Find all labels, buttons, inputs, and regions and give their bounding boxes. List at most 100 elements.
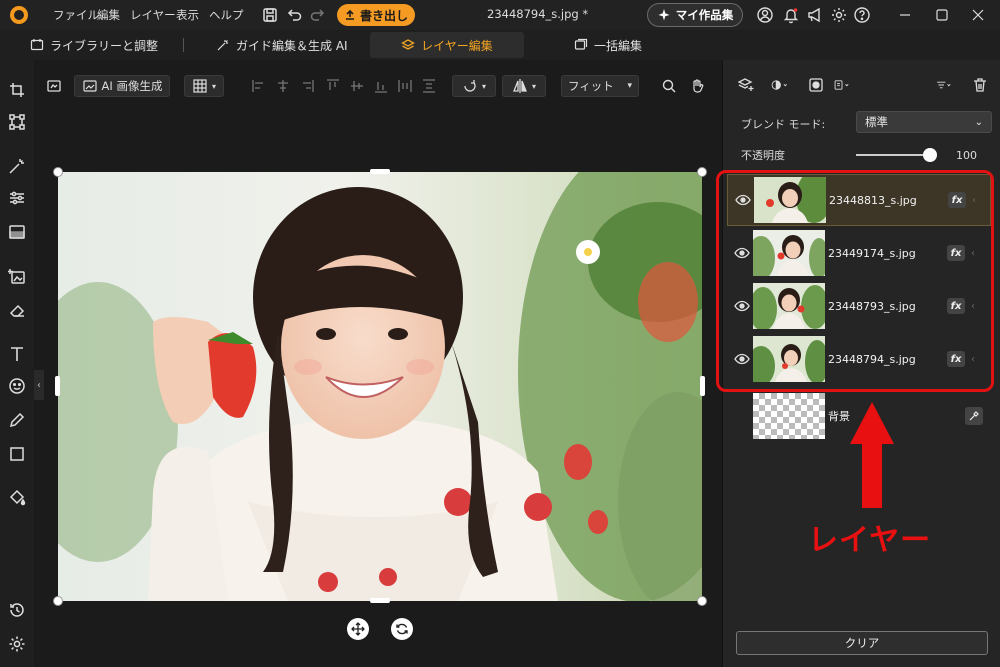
history-icon[interactable] [7,600,27,620]
menu-view[interactable]: 表示 [176,7,199,23]
add-layer-icon[interactable] [737,76,755,94]
delete-trash-icon[interactable] [971,76,989,94]
rotate-dropdown[interactable]: ▾ [452,75,496,97]
minimize-icon[interactable] [895,5,915,25]
tab-label: 一括編集 [594,38,643,53]
flip-dropdown[interactable]: ▾ [502,75,546,97]
menu-edit[interactable]: 編集 [97,7,120,23]
tab-guided-ai[interactable]: ガイド編集＆生成 AI [216,32,348,58]
resize-handle-left[interactable] [55,376,60,396]
annotation-label: レイヤー [808,523,932,558]
megaphone-icon[interactable] [805,5,825,25]
resize-handle-top-left[interactable] [53,167,63,177]
image-add-icon[interactable] [7,266,27,286]
grid-dropdown[interactable]: ▾ [184,75,224,97]
paint-bucket-icon[interactable] [7,488,27,508]
crop-icon[interactable] [7,80,27,100]
zoom-fit-select[interactable]: フィット ▾ [561,75,639,97]
sort-menu-icon[interactable] [935,76,961,94]
mask-icon[interactable] [807,76,825,94]
help-icon[interactable] [852,5,872,25]
rotate-icon [464,80,476,92]
undo-icon[interactable] [284,5,304,25]
pen-icon[interactable] [7,410,27,430]
adjust-sliders-icon[interactable] [7,188,27,208]
align-bottom-icon[interactable] [372,75,390,97]
opacity-label: 不透明度 [741,149,785,162]
resize-handle-bottom-right[interactable] [697,596,707,606]
menu-file[interactable]: ファイル [53,7,99,23]
account-icon[interactable] [755,5,775,25]
zoom-search-icon[interactable] [658,75,680,97]
align-right-icon[interactable] [298,75,316,97]
opacity-slider-track[interactable] [856,154,932,156]
settings-gear-icon[interactable] [829,5,849,25]
chevron-down-icon: ▾ [481,81,486,91]
align-left-icon[interactable] [250,75,268,97]
rotate-refresh-icon[interactable] [391,618,413,640]
align-center-h-icon[interactable] [274,75,292,97]
collapse-left-panel-icon[interactable]: ‹ [34,370,44,400]
text-icon[interactable] [7,344,27,364]
move-arrows-icon[interactable] [347,618,369,640]
align-middle-v-icon[interactable] [348,75,366,97]
resize-handle-top-right[interactable] [697,167,707,177]
layers-icon [401,39,416,50]
tab-label: ガイド編集＆生成 AI [236,38,348,53]
clear-button[interactable]: クリア [736,631,988,655]
notification-bell-icon[interactable] [781,5,801,25]
resize-handle-top[interactable] [370,169,390,174]
tab-layer-edit[interactable]: レイヤー編集 [370,32,524,58]
canvas-photo[interactable] [58,172,702,601]
preferences-gear-icon[interactable] [7,634,27,654]
layer-properties-icon[interactable] [833,76,859,94]
eraser-icon[interactable] [7,300,27,320]
redo-icon[interactable] [308,5,328,25]
annotation-arrow-up-icon [850,402,894,508]
my-works-button[interactable]: マイ作品集 [647,3,743,27]
export-label: 書き出し [359,8,408,23]
title-bar: ファイル 編集 レイヤー 表示 ヘルプ 書き出し 23448794_s.jpg … [0,0,1000,30]
resize-handle-right[interactable] [700,376,705,396]
resize-handle-bottom-left[interactable] [53,596,63,606]
maximize-icon[interactable] [932,5,952,25]
tab-label: ライブラリーと調整 [50,38,159,53]
library-icon [30,39,44,51]
blend-mode-select[interactable]: 標準 ⌄ [856,111,992,133]
align-top-icon[interactable] [324,75,342,97]
blend-mode-value: 標準 [865,115,888,129]
canvas-area[interactable]: ‹ [34,108,722,667]
opacity-value: 100 [956,149,977,162]
close-icon[interactable] [968,5,988,25]
gradient-icon[interactable] [7,222,27,242]
resize-handle-bottom[interactable] [370,598,390,603]
menu-help[interactable]: ヘルプ [209,7,244,23]
transform-icon[interactable] [7,112,27,132]
magic-wand-icon [217,40,228,51]
blend-mode-label: ブレンド モード: [741,118,826,131]
export-button[interactable]: 書き出し [337,4,415,26]
save-icon[interactable] [260,5,280,25]
grid-icon [193,79,207,93]
layer-from-file-icon[interactable] [44,75,64,97]
eyedropper-icon[interactable] [965,407,983,425]
sparkle-icon [658,9,670,21]
menu-layer[interactable]: レイヤー [130,7,176,23]
sticker-icon[interactable] [7,376,27,396]
shape-rectangle-icon[interactable] [7,444,27,464]
tab-library-adjust[interactable]: ライブラリーと調整 [30,32,158,58]
tab-divider [183,38,184,52]
magic-wand-tool-icon[interactable] [7,156,27,176]
tab-batch-edit[interactable]: 一括編集 [574,32,642,58]
opacity-slider-thumb[interactable] [923,148,937,162]
chevron-down-icon: ▾ [627,81,632,91]
distribute-h-icon[interactable] [396,75,414,97]
distribute-v-icon[interactable] [420,75,438,97]
canvas-toolbar: AI 画像生成 ▾ ▾ ▾ フィット ▾ [34,60,722,108]
hand-pan-icon[interactable] [686,75,708,97]
ai-image-generate-button[interactable]: AI 画像生成 [74,75,170,97]
chevron-down-icon: ▾ [531,81,536,91]
blend-mask-icon[interactable] [770,76,796,94]
zoom-fit-label: フィット [568,79,614,93]
batch-images-icon [574,38,588,50]
